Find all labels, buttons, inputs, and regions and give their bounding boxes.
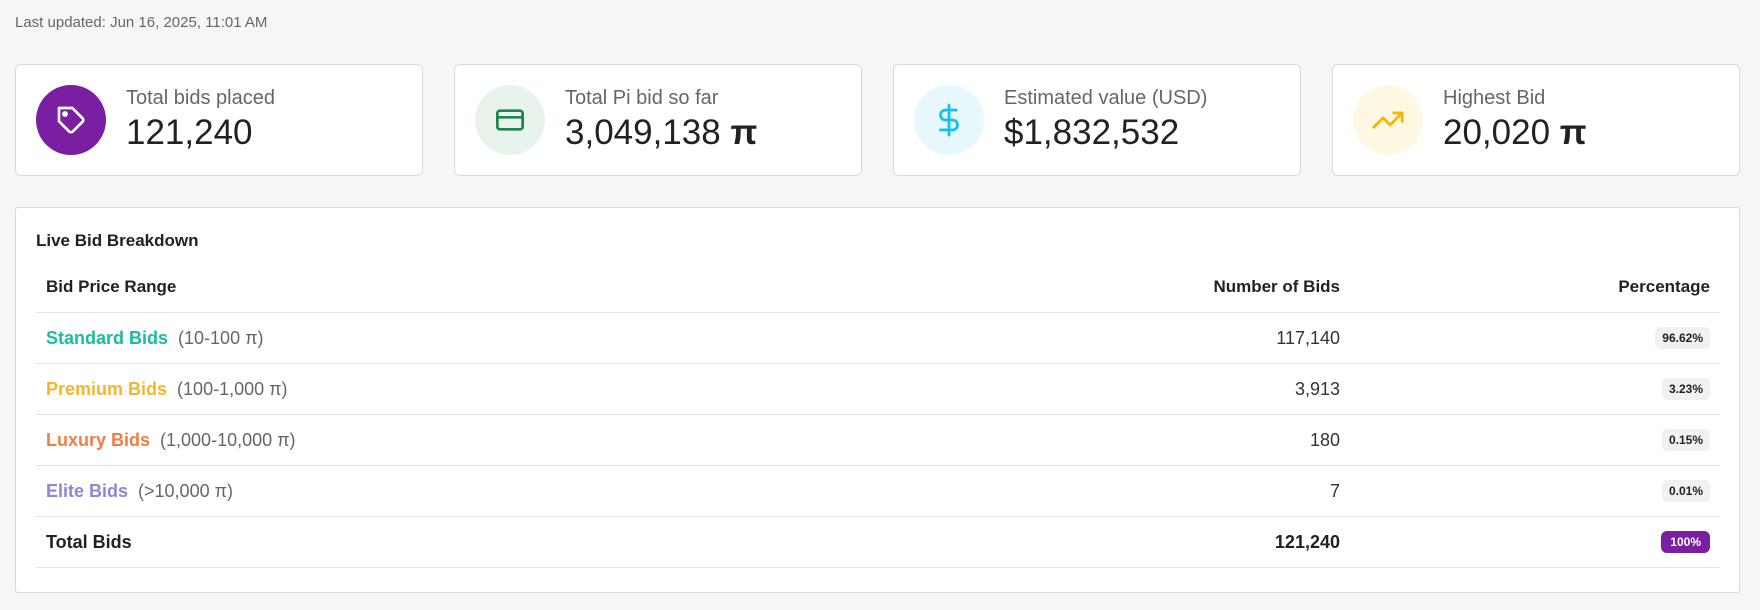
total-label: Total Bids xyxy=(46,531,132,552)
bid-count: 7 xyxy=(1329,480,1340,501)
percentage-badge: 0.01% xyxy=(1661,480,1710,502)
table-header: Bid Price Range Number of Bids Percentag… xyxy=(36,262,1720,313)
percentage-badge: 96.62% xyxy=(1655,327,1710,349)
header-range: Bid Price Range xyxy=(46,277,177,296)
tier-range: (10-100 π) xyxy=(178,327,264,348)
trending-up-icon xyxy=(1353,85,1423,155)
percentage-badge: 0.15% xyxy=(1661,429,1710,451)
stat-label: Total bids placed xyxy=(126,87,275,110)
table-row: Luxury Bids (1,000-10,000 π) 180 0.15% xyxy=(36,415,1720,466)
stat-label: Total Pi bid so far xyxy=(565,87,719,110)
percentage-badge: 3.23% xyxy=(1661,378,1710,400)
last-updated-text: Last updated: Jun 16, 2025, 11:01 AM xyxy=(15,14,268,31)
stat-value: 3,049,138 π xyxy=(565,113,758,153)
tier-range: (1,000-10,000 π) xyxy=(160,429,296,450)
header-count: Number of Bids xyxy=(1213,277,1340,296)
stat-card-highest-bid: Highest Bid 20,020 π xyxy=(1332,64,1740,176)
stat-card-total-bids: Total bids placed 121,240 xyxy=(15,64,423,176)
bid-count: 180 xyxy=(1309,429,1340,450)
dollar-icon xyxy=(914,85,984,155)
panel-title: Live Bid Breakdown xyxy=(36,231,199,250)
stat-value: $1,832,532 xyxy=(1004,113,1180,153)
tier-range: (100-1,000 π) xyxy=(177,378,288,399)
stat-value: 20,020 π xyxy=(1443,113,1587,153)
tier-name: Luxury Bids xyxy=(46,429,151,450)
stat-card-estimated-usd: Estimated value (USD) $1,832,532 xyxy=(893,64,1301,176)
table-row: Premium Bids (100-1,000 π) 3,913 3.23% xyxy=(36,364,1720,415)
total-count: 121,240 xyxy=(1274,531,1340,552)
credit-card-icon xyxy=(475,85,545,155)
table-row-total: Total Bids 121,240 100% xyxy=(36,517,1720,568)
bid-breakdown-table: Bid Price Range Number of Bids Percentag… xyxy=(36,262,1720,568)
bid-count: 3,913 xyxy=(1294,378,1340,399)
total-percentage-badge: 100% xyxy=(1661,531,1710,553)
table-row: Standard Bids (10-100 π) 117,140 96.62% xyxy=(36,313,1720,364)
bid-count: 117,140 xyxy=(1276,327,1340,348)
bid-breakdown-panel: Live Bid Breakdown Bid Price Range Numbe… xyxy=(15,207,1740,593)
stat-label: Estimated value (USD) xyxy=(1004,87,1208,110)
header-pct: Percentage xyxy=(1618,277,1710,296)
tier-name: Elite Bids xyxy=(46,480,129,501)
tier-range: (>10,000 π) xyxy=(138,480,234,501)
tag-icon xyxy=(36,85,106,155)
tier-name: Premium Bids xyxy=(46,378,168,399)
stat-label: Highest Bid xyxy=(1443,87,1546,110)
table-row: Elite Bids (>10,000 π) 7 0.01% xyxy=(36,466,1720,517)
tier-name: Standard Bids xyxy=(46,327,169,348)
stat-value: 121,240 xyxy=(126,113,253,153)
stats-cards: Total bids placed 121,240 Total Pi bid s… xyxy=(15,64,1740,176)
stat-card-total-pi: Total Pi bid so far 3,049,138 π xyxy=(454,64,862,176)
